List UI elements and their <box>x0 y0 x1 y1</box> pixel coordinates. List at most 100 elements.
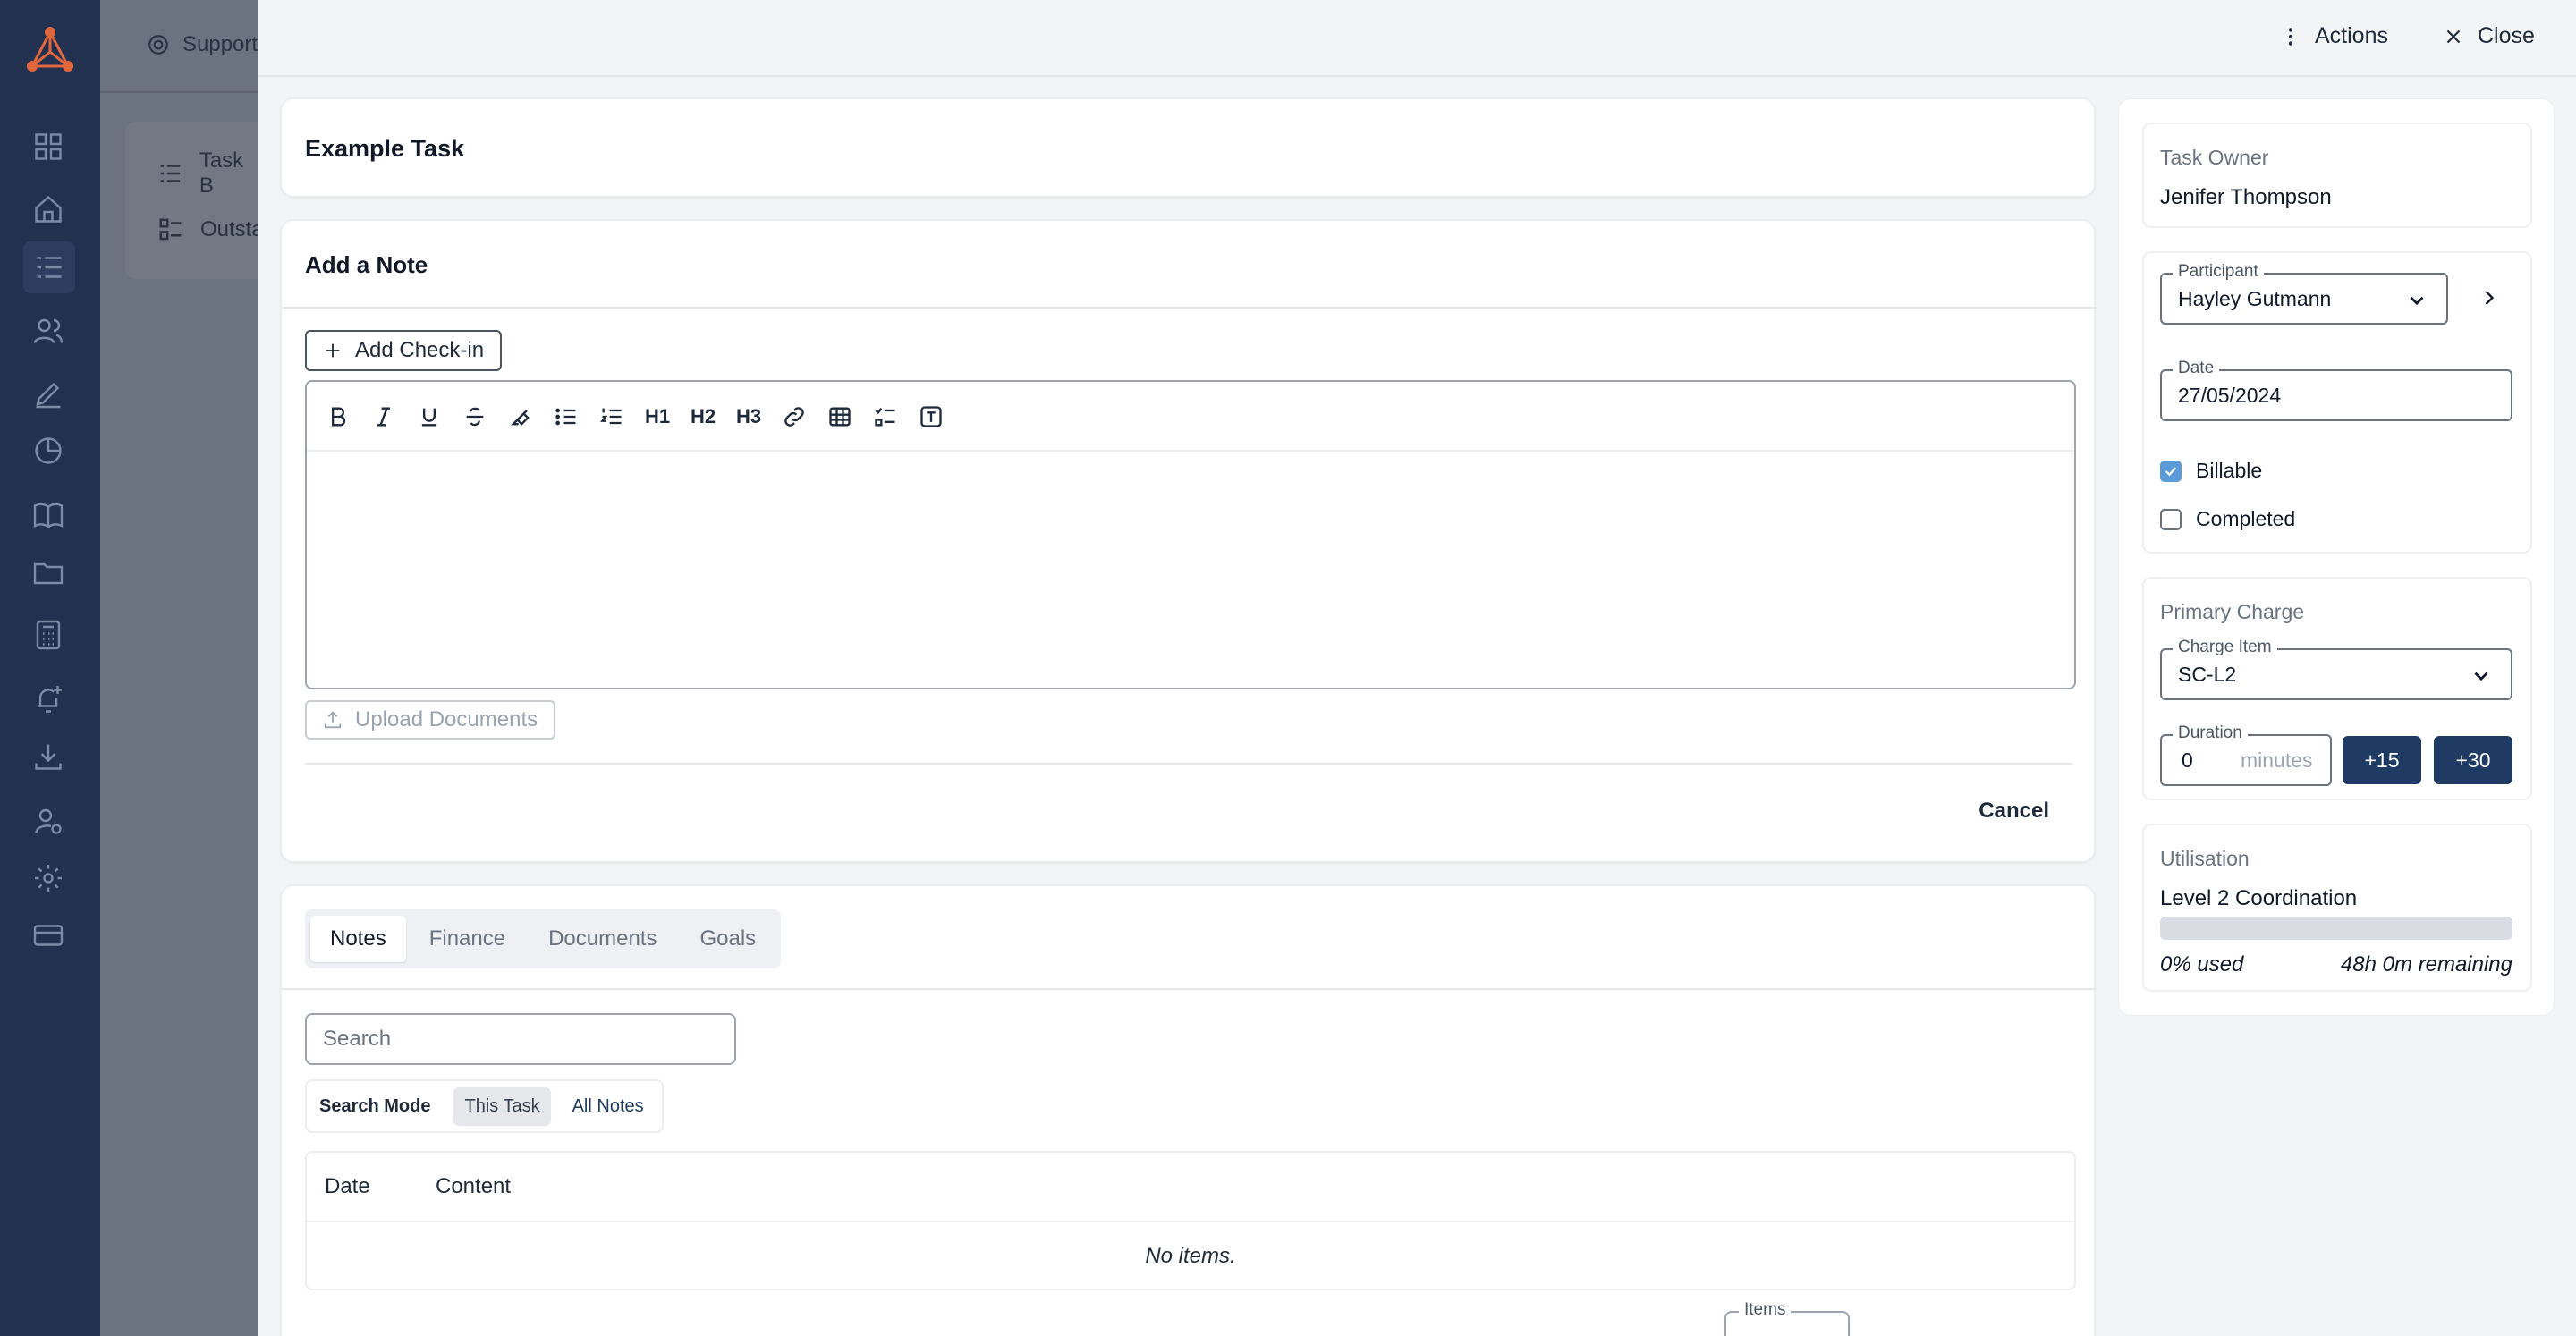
gear-icon[interactable] <box>32 862 64 894</box>
credit-card-icon[interactable] <box>32 919 64 951</box>
heading-2-button[interactable]: H2 <box>690 403 716 430</box>
text-box-icon[interactable] <box>918 403 945 430</box>
support-label: Support <box>182 32 258 56</box>
note-editor[interactable]: H1 H2 H3 <box>305 380 2076 689</box>
chart-pie-icon[interactable] <box>32 435 64 467</box>
heading-3-button[interactable]: H3 <box>735 403 762 430</box>
duration-field[interactable]: Duration 0 minutes <box>2160 723 2332 786</box>
background-item-outstanding: Outsta <box>157 216 264 243</box>
list-check-icon <box>160 165 181 182</box>
cancel-button[interactable]: Cancel <box>1979 799 2049 824</box>
remaining-text: 48h 0m remaining <box>2340 952 2512 977</box>
tab-notes[interactable]: Notes <box>310 916 406 962</box>
bold-icon[interactable] <box>325 403 352 430</box>
charge-item-value: SC-L2 <box>2178 663 2237 686</box>
background-card <box>125 122 261 279</box>
used-text: 0% used <box>2160 952 2244 977</box>
primary-charge-heading: Primary Charge <box>2160 600 2305 623</box>
app-logo <box>27 27 73 72</box>
actions-button[interactable]: Actions <box>2279 23 2388 49</box>
search-mode-label: Search Mode <box>319 1095 431 1116</box>
task-owner-card: Task Owner Jenifer Thompson <box>2142 123 2532 228</box>
download-icon[interactable] <box>32 740 64 773</box>
close-icon <box>2446 30 2461 43</box>
chevron-right-icon[interactable] <box>2477 285 2502 310</box>
underline-icon[interactable] <box>416 403 443 430</box>
tasks-icon[interactable] <box>23 241 75 293</box>
notes-card: Notes Finance Documents Goals Search Mod… <box>281 885 2096 1336</box>
items-per-page-select[interactable]: Items <box>1724 1300 1850 1336</box>
dashboard-icon[interactable] <box>32 131 64 163</box>
primary-charge-card: Primary Charge Charge Item SC-L2 Duratio… <box>2142 577 2532 800</box>
add-checkin-button[interactable]: Add Check-in <box>305 330 503 371</box>
numbered-list-icon[interactable] <box>598 403 625 430</box>
date-legend: Date <box>2173 359 2220 378</box>
chevron-down-icon <box>2474 672 2488 681</box>
book-icon[interactable] <box>32 499 64 531</box>
duration-legend: Duration <box>2173 723 2248 743</box>
add-note-heading: Add a Note <box>305 251 428 278</box>
tabs-bar: Notes Finance Documents Goals <box>305 909 782 968</box>
heading-1-button[interactable]: H1 <box>644 403 671 430</box>
strikethrough-icon[interactable] <box>462 403 488 430</box>
check-icon <box>2165 466 2177 476</box>
highlight-icon[interactable] <box>507 403 534 430</box>
completed-check[interactable] <box>2160 508 2182 530</box>
utilisation-item: Level 2 Coordination <box>2160 886 2358 910</box>
bell-plus-icon[interactable] <box>32 683 64 715</box>
completed-checkbox[interactable]: Completed <box>2160 507 2295 531</box>
background-item-task: Task B <box>157 148 261 199</box>
more-vertical-icon <box>2288 27 2293 46</box>
checklist-icon[interactable] <box>872 403 899 430</box>
empty-state: No items. <box>1145 1244 1236 1268</box>
utilisation-progress <box>2160 917 2512 940</box>
pen-icon[interactable] <box>32 377 64 410</box>
actions-label: Actions <box>2315 23 2388 48</box>
task-title: Example Task <box>305 135 465 162</box>
task-owner-value: Jenifer Thompson <box>2160 185 2332 209</box>
billable-check[interactable] <box>2160 460 2182 482</box>
close-button[interactable]: Close <box>2442 23 2535 49</box>
table-icon[interactable] <box>826 403 853 430</box>
task-fields-card: Participant Hayley Gutmann Date 27/05/20… <box>2142 251 2532 554</box>
search-input[interactable] <box>305 1013 736 1065</box>
calculator-icon[interactable] <box>32 619 64 651</box>
close-label: Close <box>2478 23 2535 48</box>
link-icon[interactable] <box>781 403 808 430</box>
date-field[interactable]: Date 27/05/2024 <box>2160 359 2512 421</box>
add-15-button[interactable]: +15 <box>2343 736 2421 784</box>
user-settings-icon[interactable] <box>32 805 64 837</box>
app-sidebar <box>0 0 100 1336</box>
users-icon[interactable] <box>32 315 64 347</box>
add-30-button[interactable]: +30 <box>2434 736 2512 784</box>
column-header-date[interactable]: Date <box>325 1174 370 1199</box>
tab-finance[interactable]: Finance <box>410 916 525 962</box>
upload-icon <box>324 711 342 729</box>
italic-icon[interactable] <box>370 403 397 430</box>
participant-select[interactable]: Participant Hayley Gutmann <box>2160 262 2448 325</box>
divider <box>305 763 2072 765</box>
table-divider <box>307 1221 2074 1222</box>
mode-this-task[interactable]: This Task <box>453 1087 551 1126</box>
task-owner-label: Task Owner <box>2160 146 2269 169</box>
search-mode-selector: Search Mode This Task All Notes <box>305 1079 664 1133</box>
chevron-down-icon <box>2410 296 2424 306</box>
tab-goals[interactable]: Goals <box>680 916 775 962</box>
billable-checkbox[interactable]: Billable <box>2160 459 2262 483</box>
charge-item-select[interactable]: Charge Item SC-L2 <box>2160 638 2512 700</box>
upload-documents-button[interactable]: Upload Documents <box>305 700 556 740</box>
plus-icon <box>326 343 340 358</box>
divider <box>282 307 2096 309</box>
completed-label: Completed <box>2196 507 2296 530</box>
tab-documents[interactable]: Documents <box>529 916 676 962</box>
background-item-label: Task B <box>199 148 244 198</box>
column-header-content[interactable]: Content <box>436 1174 511 1199</box>
home-icon[interactable] <box>32 193 64 225</box>
drawer-topbar: Actions Close <box>258 0 2576 77</box>
task-details-panel: Task Owner Jenifer Thompson Participant … <box>2118 98 2555 1016</box>
mode-all-notes[interactable]: All Notes <box>562 1087 655 1126</box>
bullet-list-icon[interactable] <box>553 403 580 430</box>
folder-icon[interactable] <box>32 556 64 588</box>
background-header: Support <box>100 0 261 93</box>
divider <box>282 988 2096 990</box>
